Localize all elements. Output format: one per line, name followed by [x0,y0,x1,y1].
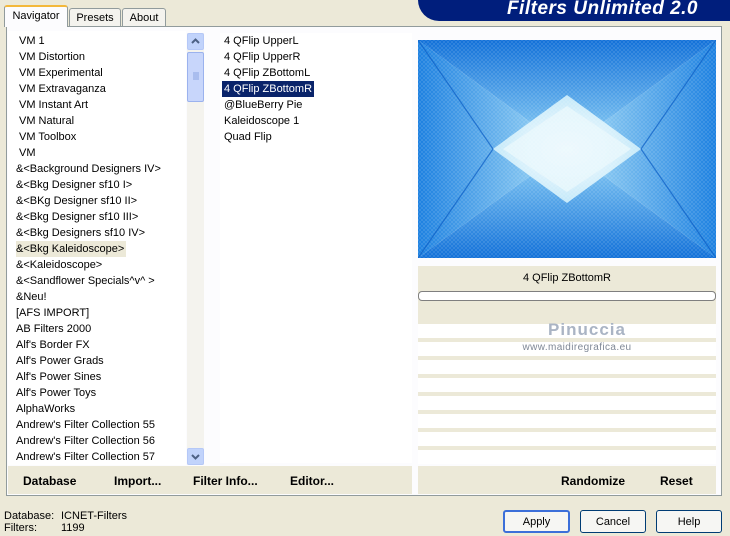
watermark-name: Pinuccia [548,320,626,339]
app-banner: Filters Unlimited 2.0 [418,0,730,21]
category-item[interactable]: &<Kaleidoscope> [16,257,104,273]
category-item[interactable]: VM Instant Art [19,97,90,113]
help-button[interactable]: Help [656,510,722,533]
category-item[interactable]: &<BKg Designer sf10 II> [16,193,139,209]
chevron-up-icon [191,38,200,44]
filter-item[interactable]: 4 QFlip ZBottomL [222,65,312,81]
category-item[interactable]: &<Background Designers IV> [16,161,163,177]
category-item[interactable]: Andrew's Filter Collection 57 [16,449,157,465]
tab-navigator[interactable]: Navigator [4,5,68,27]
randomize-button[interactable]: Randomize [561,474,625,488]
category-item[interactable]: Alf's Power Sines [16,369,103,385]
filter-list[interactable]: 4 QFlip UpperL 4 QFlip UpperR 4 QFlip ZBot… [220,33,412,463]
filter-item[interactable]: @BlueBerry Pie [222,97,304,113]
scroll-down-button[interactable] [187,448,204,465]
parameter-row[interactable] [418,414,716,428]
category-item[interactable]: Andrew's Filter Collection 55 [16,417,157,433]
status-filters-label: Filters: [4,522,37,534]
parameter-row[interactable] [418,360,716,374]
category-item[interactable]: &<Bkg Designer sf10 I> [16,177,134,193]
category-item[interactable]: VM Experimental [19,65,105,81]
preview-filter-label: 4 QFlip ZBottomR [522,272,612,284]
scroll-up-button[interactable] [187,33,204,50]
category-item[interactable]: Alf's Power Grads [16,353,106,369]
filter-item[interactable]: Kaleidoscope 1 [222,113,301,129]
category-item[interactable]: Alf's Power Toys [16,385,98,401]
category-item[interactable]: &<Bkg Designers sf10 IV> [16,225,147,241]
filter-info-button[interactable]: Filter Info... [193,474,258,488]
category-item[interactable]: Alf's Border FX [16,337,92,353]
tab-about[interactable]: About [122,8,166,26]
filter-item[interactable]: 4 QFlip UpperR [222,49,302,65]
filter-item[interactable]: 4 QFlip ZBottomR [222,81,315,97]
scroll-thumb[interactable] [187,52,204,102]
category-item[interactable]: &<Bkg Designer sf10 III> [16,209,140,225]
filter-item[interactable]: Quad Flip [222,129,274,145]
category-item[interactable]: &<Sandflower Specials^v^ > [16,273,157,289]
category-list[interactable]: VM 1 VM Distortion VM Experimental VM Extra… [8,31,186,465]
category-item[interactable]: &<Bkg Kaleidoscope> [16,241,127,257]
grip-icon [193,72,199,80]
category-item[interactable]: AlphaWorks [16,401,77,417]
chevron-down-icon [191,454,200,460]
editor-button[interactable]: Editor... [290,474,334,488]
banner-title: Filters Unlimited 2.0 [506,0,698,19]
preview-image [418,40,716,258]
category-item[interactable]: VM [19,145,38,161]
category-item[interactable]: VM Natural [19,113,76,129]
category-item[interactable]: VM Toolbox [19,129,78,145]
import-button[interactable]: Import... [114,474,161,488]
parameter-row[interactable] [418,450,716,464]
tab-presets[interactable]: Presets [69,8,121,26]
parameter-row[interactable] [418,378,716,392]
category-scrollbar[interactable] [187,33,204,465]
category-item[interactable]: Andrew's Filter Collection 56 [16,433,157,449]
category-item[interactable]: VM Distortion [19,49,87,65]
category-item[interactable]: VM 1 [19,33,47,49]
watermark-url: www.maidiregrafica.eu [522,342,632,353]
parameter-row[interactable] [418,432,716,446]
reset-button[interactable]: Reset [660,474,693,488]
apply-button[interactable]: Apply [503,510,570,533]
category-item[interactable]: [AFS IMPORT] [16,305,91,321]
parameter-row[interactable] [418,396,716,410]
category-item[interactable]: &Neu! [16,289,49,305]
database-button[interactable]: Database [23,474,76,488]
filter-item[interactable]: 4 QFlip UpperL [222,33,301,49]
status-filters-value: 1199 [61,522,85,534]
progress-bar [418,291,716,301]
cancel-button[interactable]: Cancel [580,510,646,533]
category-item[interactable]: AB Filters 2000 [16,321,93,337]
category-item[interactable]: VM Extravaganza [19,81,108,97]
